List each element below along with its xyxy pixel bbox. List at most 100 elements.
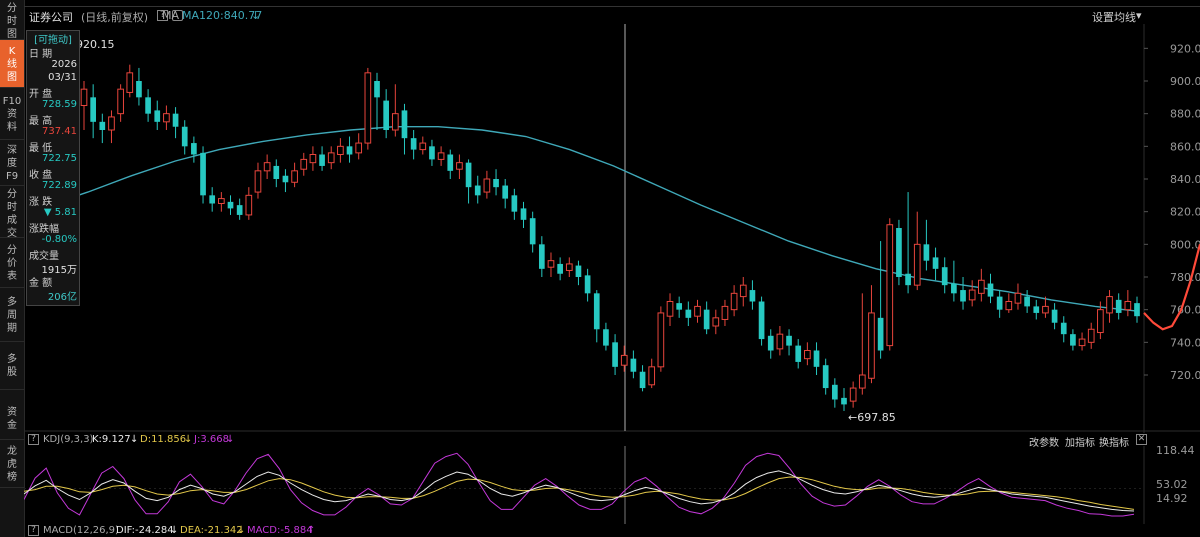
- nav-tab-5[interactable]: 分 价 表: [0, 238, 24, 288]
- candle-body: [309, 154, 317, 164]
- candle-body: [978, 279, 985, 294]
- price-tick-label: 860.00: [1170, 140, 1200, 153]
- kdj-name[interactable]: KDJ(9,3,3): [43, 434, 93, 445]
- candle-body: [154, 110, 161, 122]
- candle: [1115, 293, 1122, 320]
- candle: [227, 195, 234, 215]
- candle: [831, 378, 838, 408]
- drag-handle[interactable]: [可拖动]: [29, 31, 77, 46]
- candle-body: [886, 224, 894, 347]
- close-icon[interactable]: ✕: [1136, 434, 1147, 445]
- candle: [502, 179, 509, 209]
- candle: [703, 301, 710, 335]
- nav-tab-7[interactable]: 多 股: [0, 342, 24, 390]
- candle-body: [456, 162, 463, 170]
- candle: [749, 280, 756, 310]
- nav-tab-1[interactable]: K 线 图: [0, 40, 24, 88]
- macd-header: ? MACD(12,26,9) DIF:-24.284 ↓ DEA:-21.34…: [24, 524, 1200, 537]
- kdj-chart[interactable]: 118.44 53.0214.92: [24, 446, 1200, 524]
- info-panel[interactable]: [可拖动] 日 期 2026 03/31 开 盘 728.59 最 高 737.…: [26, 30, 80, 306]
- candle-body: [191, 143, 197, 155]
- price-tick-label: 900.00: [1170, 75, 1200, 88]
- candle-body: [263, 162, 271, 172]
- candle: [932, 247, 939, 281]
- candle: [145, 89, 151, 122]
- candle-body: [236, 205, 243, 215]
- candle: [987, 273, 994, 304]
- candle: [648, 358, 656, 389]
- stock-title[interactable]: 证券公司: [29, 9, 73, 25]
- candle: [978, 268, 985, 302]
- set-ma-button[interactable]: 设置均线: [1092, 9, 1136, 25]
- pct-value: -0.80%: [41, 234, 77, 245]
- candle: [547, 252, 555, 277]
- nav-tab-2[interactable]: F10 资 料: [0, 88, 24, 140]
- candle-body: [126, 72, 134, 93]
- candlestick-chart[interactable]: 920.00 900.00 880.00 860.00 840.00 820.00 800.…: [24, 24, 1200, 433]
- nav-tab-0[interactable]: 分 时 图: [0, 0, 24, 40]
- candle: [593, 290, 600, 343]
- help-icon[interactable]: ?: [28, 525, 39, 536]
- help-icon[interactable]: ?: [28, 434, 39, 445]
- candle: [795, 339, 802, 369]
- candle-body: [90, 97, 96, 122]
- candle-body: [383, 100, 390, 130]
- candle-body: [474, 185, 481, 196]
- candle-body: [831, 384, 838, 400]
- candle-body: [685, 309, 692, 318]
- nav-tab-9[interactable]: 龙 虎 榜: [0, 440, 24, 488]
- candle-body: [1051, 309, 1058, 323]
- candle-body: [447, 154, 454, 171]
- candle: [1024, 290, 1030, 313]
- kdj-tick-label: 53.02: [1156, 478, 1188, 491]
- candle-body: [1115, 299, 1122, 313]
- candle: [913, 211, 921, 291]
- chevron-down-icon[interactable]: ▾: [1136, 9, 1142, 22]
- date-value: 03/31: [48, 72, 77, 83]
- candle: [886, 218, 894, 351]
- ma-label[interactable]: MA: [162, 9, 179, 22]
- candle: [209, 187, 216, 212]
- candle-body: [868, 312, 875, 379]
- candle-body: [1042, 305, 1049, 314]
- nav-tab-3[interactable]: 深 度 F9: [0, 140, 24, 186]
- low-label: 最 低: [29, 143, 53, 154]
- candle-body: [291, 170, 298, 183]
- candle-body: [327, 152, 335, 164]
- candle: [849, 381, 857, 408]
- candle: [612, 334, 618, 375]
- low-annotation: ←697.85: [848, 411, 896, 424]
- candle-body: [136, 81, 142, 98]
- candle-body: [584, 275, 591, 294]
- candle: [1033, 299, 1040, 320]
- candle-body: [419, 142, 427, 151]
- macd-value: MACD:-5.884: [247, 525, 313, 536]
- candle-body: [657, 312, 665, 368]
- nav-tab-8[interactable]: 资 金: [0, 398, 24, 440]
- candle: [419, 136, 427, 155]
- candle-body: [227, 201, 234, 209]
- candle-body: [905, 273, 911, 286]
- kdj-d-value: D:11.856: [140, 434, 187, 445]
- candle: [300, 152, 308, 176]
- kdj-k-value: K:9.127: [92, 434, 131, 445]
- candle-body: [703, 309, 710, 330]
- candle: [685, 301, 692, 326]
- candle: [905, 192, 911, 294]
- candle-body: [575, 265, 582, 277]
- candle: [841, 388, 847, 411]
- candle: [429, 139, 435, 166]
- candle: [245, 187, 253, 220]
- candle: [565, 257, 573, 277]
- candle-body: [80, 88, 88, 106]
- candle-body: [603, 329, 609, 346]
- nav-tab-4[interactable]: 分 时 成 交: [0, 186, 24, 239]
- candle: [191, 136, 197, 163]
- candle-body: [300, 158, 308, 170]
- candle: [822, 358, 829, 395]
- macd-name[interactable]: MACD(12,26,9): [43, 525, 119, 536]
- period-label[interactable]: (日线,前复权): [81, 9, 148, 25]
- nav-tab-6[interactable]: 多 周 期: [0, 288, 24, 342]
- candle-body: [1134, 303, 1140, 317]
- candle-body: [767, 335, 774, 351]
